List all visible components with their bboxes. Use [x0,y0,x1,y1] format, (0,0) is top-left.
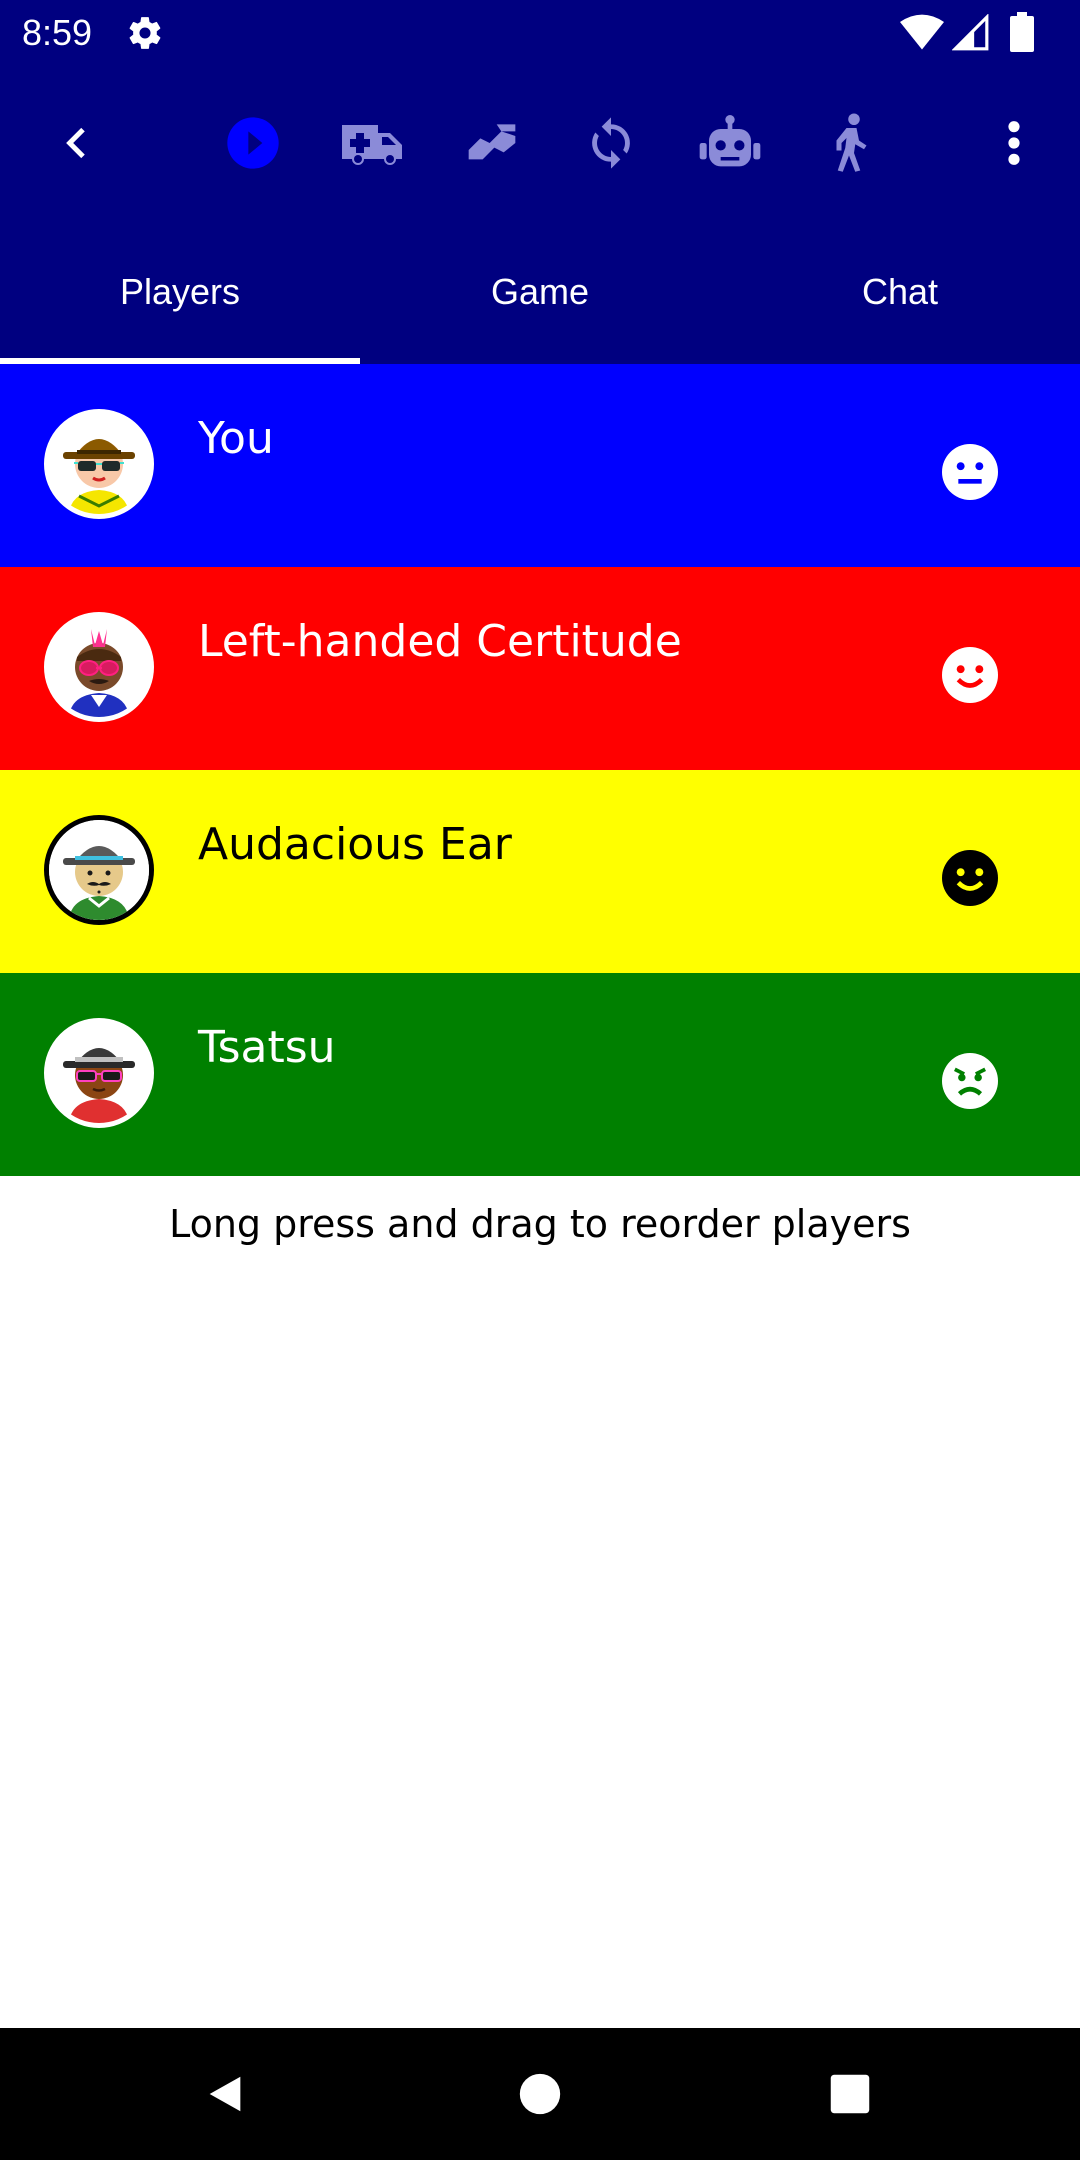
player-name: Left-handed Certitude [198,616,682,667]
action-toolbar [0,66,1080,220]
avatar-image [49,820,149,920]
avatar [44,1018,154,1128]
player-row[interactable]: Tsatsu [0,973,1080,1176]
ambulance-icon [342,125,402,165]
robot-button[interactable] [680,66,780,220]
nav-home-icon [519,2073,561,2115]
sync-button[interactable] [561,66,661,220]
avatar-image [49,617,149,717]
nav-recents-button[interactable] [784,2028,916,2160]
frown-face-icon [942,1053,998,1109]
sync-icon [592,117,630,169]
gear-icon [129,17,161,49]
players-list: You Left-handed Certitude Audacious Ear … [0,364,1080,1176]
player-row[interactable]: You [0,364,1080,567]
walking-icon [836,113,867,172]
neutral-face-icon [942,444,998,500]
wifi-icon [900,14,944,50]
tab-label: Game [490,271,590,312]
nav-recents-icon [830,2074,870,2114]
avatar [44,612,154,722]
play-button[interactable] [203,66,303,220]
back-button[interactable] [28,66,128,220]
nav-back-button[interactable] [159,2028,291,2160]
tab-chat[interactable]: Chat [720,220,1080,364]
avatar-image [49,1023,149,1123]
robot-icon [699,115,761,167]
arrow-back-icon [66,127,85,159]
signal-icon [952,14,989,51]
ambulance-button[interactable] [322,66,422,220]
player-row[interactable]: Audacious Ear [0,770,1080,973]
player-name: You [198,413,274,464]
smile-face-icon [942,850,998,906]
handshake-button[interactable] [442,66,542,220]
walking-button[interactable] [799,66,899,220]
avatar-image [49,414,149,514]
avatar [44,815,154,925]
status-bar: 8:59 [0,0,1080,66]
avatar [44,409,154,519]
overflow-menu-button[interactable] [964,66,1064,220]
nav-home-button[interactable] [474,2028,606,2160]
tab-label: Chat [861,271,939,312]
status-icons [900,0,1080,66]
reorder-hint: Long press and drag to reorder players [169,1202,911,1246]
battery-icon [1010,12,1034,52]
tab-label: Players [119,271,241,312]
nav-back-icon [209,2076,241,2112]
smile-face-icon [942,647,998,703]
player-row[interactable]: Left-handed Certitude [0,567,1080,770]
tab-game[interactable]: Game [360,220,720,364]
status-time: 8:59 [22,12,93,53]
more-vertical-icon [1008,121,1020,165]
tab-bar: Players Game Chat [0,220,1080,364]
tab-players[interactable]: Players [0,220,360,364]
handshake-icon [468,124,516,160]
player-name: Tsatsu [198,1022,336,1073]
navigation-bar [0,2028,1080,2160]
player-name: Audacious Ear [198,819,512,870]
play-circle-icon [227,117,279,169]
